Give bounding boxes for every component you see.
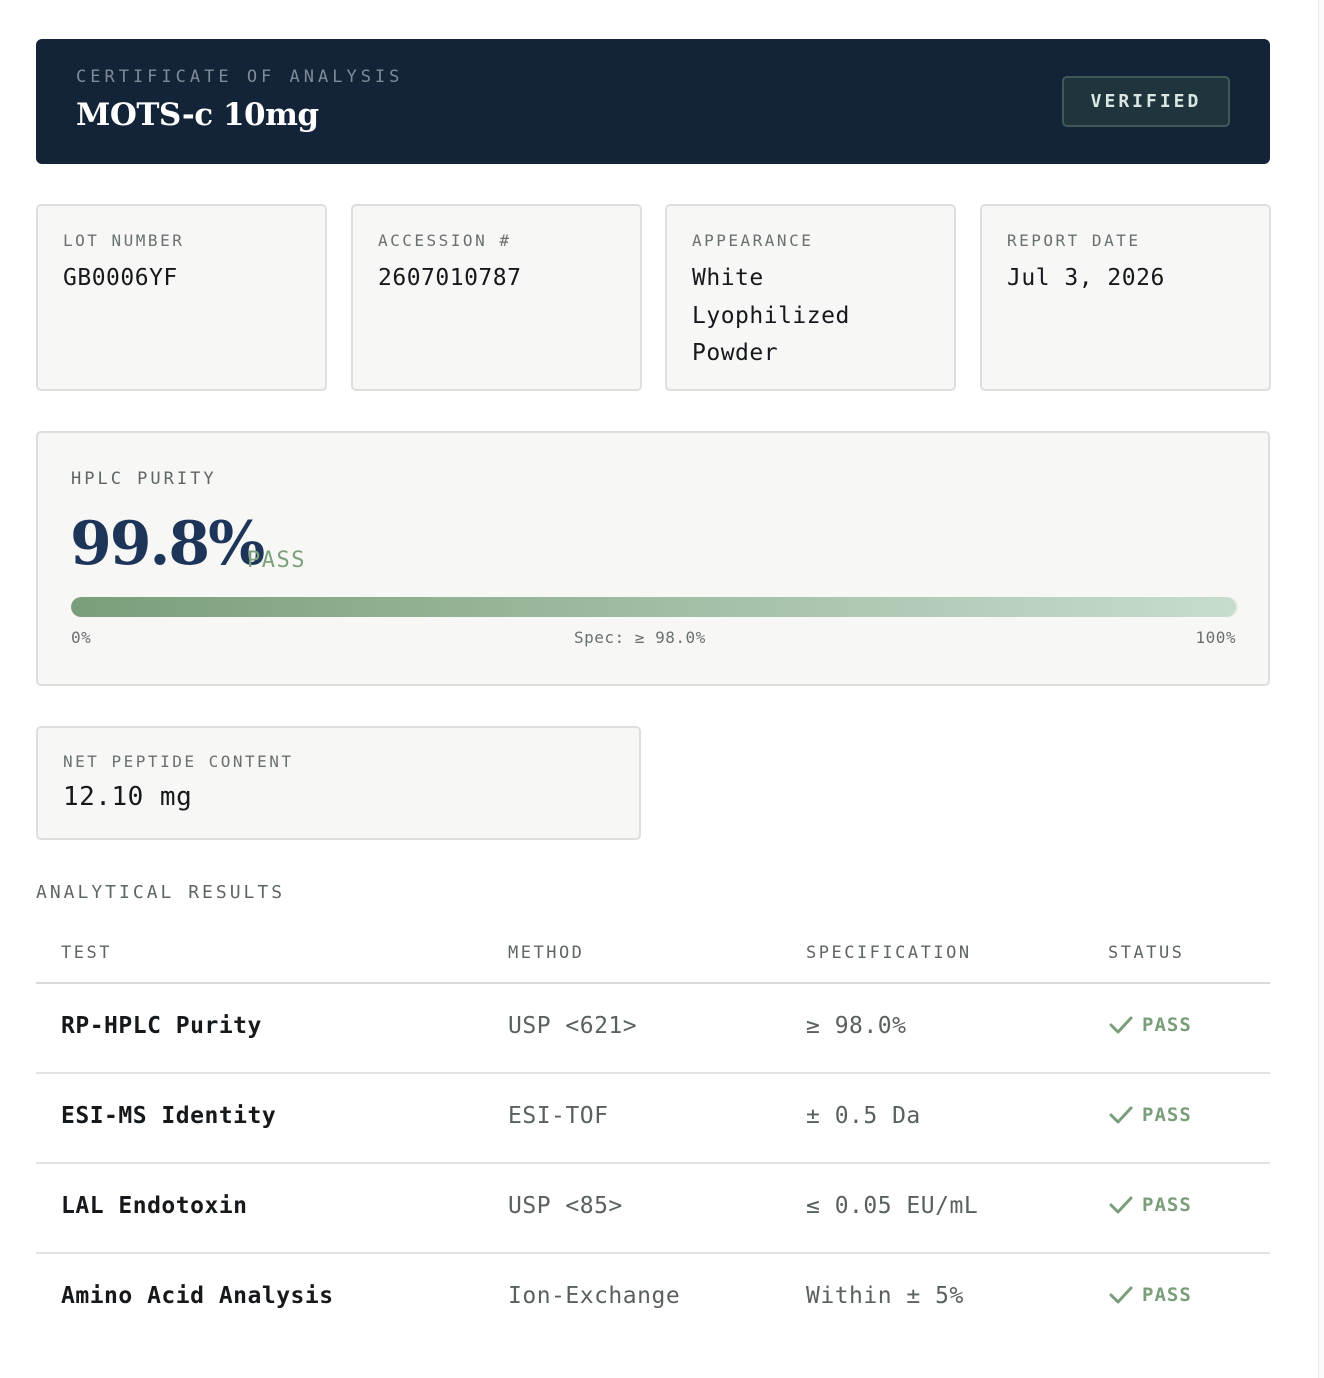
net-peptide-label: NET PEPTIDE CONTENT bbox=[63, 752, 294, 771]
purity-status: PASS bbox=[247, 548, 306, 573]
check-icon bbox=[1109, 1286, 1133, 1304]
spec-cell: ≤ 0.05 EU/mL bbox=[806, 1193, 979, 1219]
test-cell: Amino Acid Analysis bbox=[61, 1283, 334, 1309]
table-row: RP-HPLC Purity USP <621> ≥ 98.0% PASS bbox=[36, 984, 1270, 1074]
status-label: PASS bbox=[1142, 1284, 1192, 1306]
bar-max-label: 100% bbox=[1195, 628, 1236, 647]
column-header-test: TEST bbox=[61, 943, 112, 963]
method-cell: ESI-TOF bbox=[508, 1103, 609, 1129]
scrollbar-track[interactable] bbox=[1318, 0, 1324, 1378]
spec-cell: ≥ 98.0% bbox=[806, 1013, 907, 1039]
test-cell: ESI-MS Identity bbox=[61, 1103, 277, 1129]
product-title: MOTS-c 10mg bbox=[76, 97, 319, 133]
status-label: PASS bbox=[1142, 1194, 1192, 1216]
check-icon bbox=[1109, 1016, 1133, 1034]
card-label: APPEARANCE bbox=[692, 231, 814, 250]
header-kicker: CERTIFICATE OF ANALYSIS bbox=[76, 67, 404, 87]
results-table: TEST METHOD SPECIFICATION STATUS RP-HPLC… bbox=[36, 924, 1270, 1344]
bar-spec-label: Spec: ≥ 98.0% bbox=[574, 628, 706, 647]
column-header-method: METHOD bbox=[508, 943, 585, 963]
card-label: REPORT DATE bbox=[1007, 231, 1141, 250]
status-label: PASS bbox=[1142, 1104, 1192, 1126]
spec-cell: Within ± 5% bbox=[806, 1283, 964, 1309]
card-value: GB0006YF bbox=[63, 265, 178, 291]
spec-cell: ± 0.5 Da bbox=[806, 1103, 921, 1129]
verified-badge: VERIFIED bbox=[1062, 76, 1230, 127]
table-row: ESI-MS Identity ESI-TOF ± 0.5 Da PASS bbox=[36, 1074, 1270, 1164]
results-title: ANALYTICAL RESULTS bbox=[36, 882, 286, 903]
status-label: PASS bbox=[1142, 1014, 1192, 1036]
card-label: LOT NUMBER bbox=[63, 231, 185, 250]
status-badge: PASS bbox=[1108, 1104, 1192, 1126]
card-value: Jul 3, 2026 bbox=[1007, 265, 1165, 291]
table-header: TEST METHOD SPECIFICATION STATUS bbox=[36, 924, 1270, 984]
check-icon bbox=[1109, 1196, 1133, 1214]
check-icon bbox=[1109, 1106, 1133, 1124]
card-label: ACCESSION # bbox=[378, 231, 512, 250]
status-badge: PASS bbox=[1108, 1194, 1192, 1216]
info-cards: LOT NUMBER GB0006YF ACCESSION # 26070107… bbox=[36, 204, 1271, 391]
appearance-card: APPEARANCE White Lyophilized Powder bbox=[665, 204, 956, 391]
column-header-specification: SPECIFICATION bbox=[806, 943, 972, 963]
method-cell: USP <621> bbox=[508, 1013, 638, 1039]
coa-page: CERTIFICATE OF ANALYSIS MOTS-c 10mg VERI… bbox=[36, 39, 1271, 1309]
method-cell: Ion-Exchange bbox=[508, 1283, 681, 1309]
bar-min-label: 0% bbox=[71, 628, 92, 647]
status-badge: PASS bbox=[1108, 1284, 1192, 1306]
coa-header: CERTIFICATE OF ANALYSIS MOTS-c 10mg VERI… bbox=[36, 39, 1270, 164]
card-value: White Lyophilized Powder bbox=[692, 265, 850, 366]
net-peptide-card: NET PEPTIDE CONTENT 12.10 mg bbox=[36, 726, 641, 840]
test-cell: RP-HPLC Purity bbox=[61, 1013, 262, 1039]
lot-number-card: LOT NUMBER GB0006YF bbox=[36, 204, 327, 391]
purity-value: 99.8% bbox=[70, 509, 265, 579]
net-peptide-value: 12.10 mg bbox=[63, 782, 193, 812]
column-header-status: STATUS bbox=[1108, 943, 1185, 963]
test-cell: LAL Endotoxin bbox=[61, 1193, 248, 1219]
card-value: 2607010787 bbox=[378, 265, 522, 291]
purity-label: HPLC PURITY bbox=[71, 469, 217, 489]
table-row: LAL Endotoxin USP <85> ≤ 0.05 EU/mL PASS bbox=[36, 1164, 1270, 1254]
hplc-purity-panel: HPLC PURITY 99.8% PASS 0% Spec: ≥ 98.0% … bbox=[36, 431, 1270, 686]
table-row: Amino Acid Analysis Ion-Exchange Within … bbox=[36, 1254, 1270, 1344]
purity-bar-fill bbox=[71, 597, 1236, 617]
method-cell: USP <85> bbox=[508, 1193, 623, 1219]
purity-bar-track bbox=[71, 597, 1238, 617]
accession-card: ACCESSION # 2607010787 bbox=[351, 204, 642, 391]
report-date-card: REPORT DATE Jul 3, 2026 bbox=[980, 204, 1271, 391]
status-badge: PASS bbox=[1108, 1014, 1192, 1036]
